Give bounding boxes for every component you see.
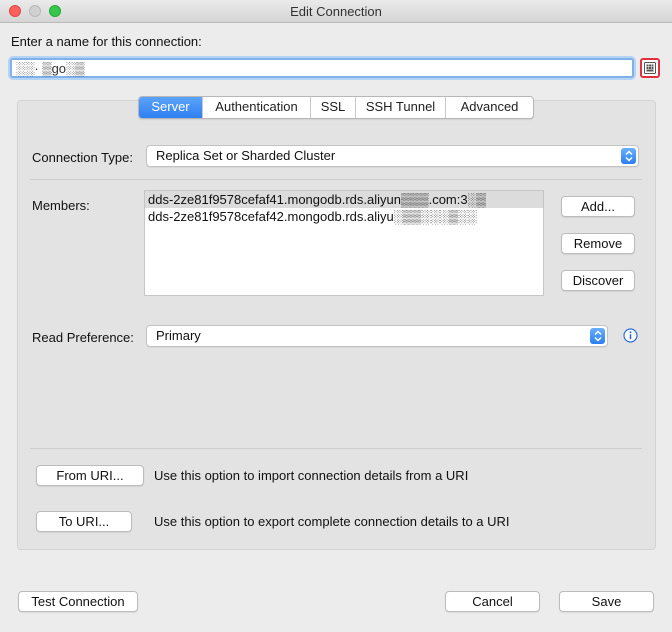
remove-member-button[interactable]: Remove xyxy=(561,233,635,254)
save-button[interactable]: Save xyxy=(559,591,654,612)
tab-server[interactable]: Server xyxy=(139,97,203,118)
updown-chevron-icon xyxy=(590,328,605,344)
to-uri-description: Use this option to export complete conne… xyxy=(154,514,510,529)
connection-type-value: Replica Set or Sharded Cluster xyxy=(156,148,336,163)
members-label: Members: xyxy=(32,198,90,213)
read-preference-label: Read Preference: xyxy=(32,330,134,345)
connection-type-label: Connection Type: xyxy=(32,150,133,165)
tab-authentication[interactable]: Authentication xyxy=(203,97,311,118)
tab-advanced[interactable]: Advanced xyxy=(446,97,533,118)
add-member-button[interactable]: Add... xyxy=(561,196,635,217)
window-title: Edit Connection xyxy=(290,4,382,19)
tab-bar: Server Authentication SSL SSH Tunnel Adv… xyxy=(138,96,534,119)
uri-divider xyxy=(30,448,642,449)
connection-name-input[interactable]: ░░· ▒go░▒ xyxy=(10,58,634,78)
keyboard-grid-icon[interactable] xyxy=(640,58,660,78)
from-uri-button[interactable]: From URI... xyxy=(36,465,144,486)
cancel-button[interactable]: Cancel xyxy=(445,591,540,612)
members-list[interactable]: dds-2ze81f9578cefaf41.mongodb.rds.aliyun… xyxy=(144,190,544,296)
test-connection-button[interactable]: Test Connection xyxy=(18,591,138,612)
connection-name-label: Enter a name for this connection: xyxy=(11,34,202,49)
read-preference-select[interactable]: Primary xyxy=(146,325,608,347)
from-uri-description: Use this option to import connection det… xyxy=(154,468,469,483)
info-icon[interactable] xyxy=(623,328,638,343)
section-divider xyxy=(30,179,642,180)
member-item[interactable]: dds-2ze81f9578cefaf42.mongodb.rds.aliyu░… xyxy=(145,208,543,225)
tab-ssh-tunnel[interactable]: SSH Tunnel xyxy=(356,97,446,118)
updown-chevron-icon xyxy=(621,148,636,164)
connection-type-select[interactable]: Replica Set or Sharded Cluster xyxy=(146,145,639,167)
read-preference-value: Primary xyxy=(156,328,201,343)
member-item[interactable]: dds-2ze81f9578cefaf41.mongodb.rds.aliyun… xyxy=(145,191,543,208)
tab-ssl[interactable]: SSL xyxy=(311,97,356,118)
to-uri-button[interactable]: To URI... xyxy=(36,511,132,532)
discover-members-button[interactable]: Discover xyxy=(561,270,635,291)
